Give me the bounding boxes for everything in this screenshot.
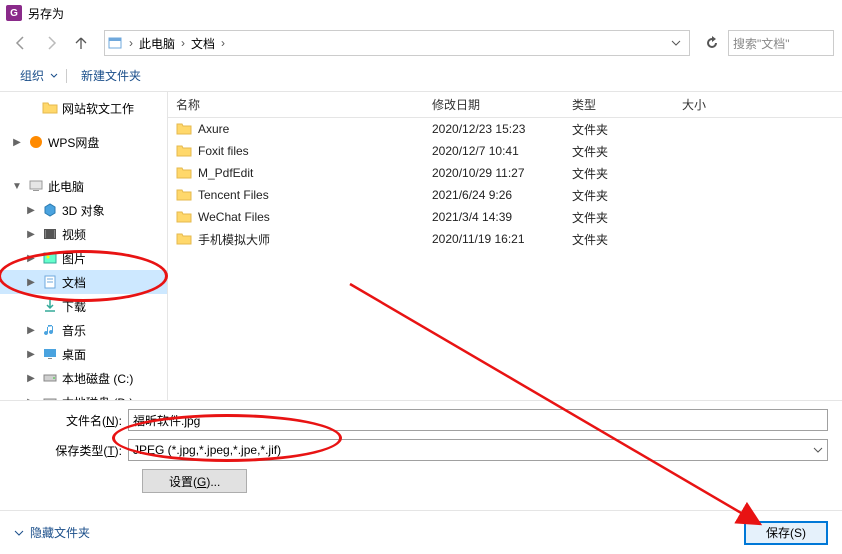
save-button[interactable]: 保存(S) — [744, 521, 828, 545]
pic-icon — [42, 250, 58, 266]
new-folder-button[interactable]: 新建文件夹 — [75, 67, 147, 84]
folder-icon — [176, 187, 192, 203]
search-placeholder: 搜索"文档" — [733, 35, 790, 52]
tree-label: 文档 — [62, 274, 86, 291]
tree-item[interactable]: ▼ 此电脑 — [0, 174, 167, 198]
tree-label: 此电脑 — [48, 178, 84, 195]
music-icon — [42, 322, 58, 338]
desktop-icon — [42, 346, 58, 362]
folder-icon — [176, 143, 192, 159]
list-item[interactable]: Axure2020/12/23 15:23文件夹 — [168, 118, 842, 140]
footer: 隐藏文件夹 保存(S) — [0, 510, 842, 554]
tree-item[interactable]: ▶ 本地磁盘 (D:) — [0, 390, 167, 400]
breadcrumb-icon — [105, 36, 125, 50]
col-type[interactable]: 类型 — [564, 96, 674, 113]
filename-input[interactable] — [128, 409, 828, 431]
tree-twisty[interactable]: ▼ — [10, 181, 24, 192]
app-icon: G — [6, 5, 22, 21]
tree-twisty[interactable]: ▶ — [24, 205, 38, 216]
up-button[interactable] — [68, 30, 94, 56]
toolbar: 组织 新建文件夹 — [0, 60, 842, 92]
bottom-panel: 文件名(N): 保存类型(T): JPEG (*.jpg,*.jpeg,*.jp… — [0, 400, 842, 493]
down-icon — [42, 298, 58, 314]
tree-item[interactable]: ▶ 视频 — [0, 222, 167, 246]
tree-twisty[interactable]: ▶ — [24, 325, 38, 336]
breadcrumb-seg[interactable]: 文档 — [189, 35, 217, 52]
tree-twisty[interactable]: ▶ — [24, 397, 38, 401]
folder-tree[interactable]: 网站软文工作▶WPS网盘▼此电脑▶3D 对象▶视频▶图片▶文档下载▶音乐▶桌面▶… — [0, 92, 168, 400]
tree-twisty[interactable]: ▶ — [24, 373, 38, 384]
pc-icon — [28, 178, 44, 194]
tree-item[interactable]: 网站软文工作 — [0, 96, 167, 120]
tree-twisty[interactable]: ▶ — [24, 253, 38, 264]
chevron-down-icon — [14, 528, 24, 538]
breadcrumb[interactable]: › 此电脑 › 文档 › — [104, 30, 690, 56]
doc-icon — [42, 274, 58, 290]
tree-label: 视频 — [62, 226, 86, 243]
tree-twisty[interactable]: ▶ — [24, 229, 38, 240]
window-title: 另存为 — [28, 5, 64, 22]
refresh-button[interactable] — [700, 31, 724, 55]
chevron-down-icon — [813, 445, 823, 455]
tree-label: 下载 — [62, 298, 86, 315]
chevron-down-icon — [50, 72, 58, 80]
disk-icon — [42, 394, 58, 400]
col-name[interactable]: 名称 — [168, 96, 424, 113]
tree-label: 本地磁盘 (C:) — [62, 370, 133, 387]
tree-label: 图片 — [62, 250, 86, 267]
3d-icon — [42, 202, 58, 218]
tree-label: WPS网盘 — [48, 134, 99, 151]
col-size[interactable]: 大小 — [674, 96, 764, 113]
file-list: 名称 修改日期 类型 大小 Axure2020/12/23 15:23文件夹Fo… — [168, 92, 842, 400]
tree-label: 3D 对象 — [62, 202, 105, 219]
tree-label: 网站软文工作 — [62, 100, 134, 117]
list-item[interactable]: Foxit files2020/12/7 10:41文件夹 — [168, 140, 842, 162]
organize-menu[interactable]: 组织 — [14, 67, 50, 84]
tree-item[interactable]: ▶ 桌面 — [0, 342, 167, 366]
breadcrumb-root[interactable]: 此电脑 — [137, 35, 177, 52]
folder-icon — [176, 121, 192, 137]
savetype-select[interactable]: JPEG (*.jpg,*.jpeg,*.jpe,*.jif) — [128, 439, 828, 461]
folder-icon — [42, 100, 58, 116]
tree-label: 桌面 — [62, 346, 86, 363]
disk-icon — [42, 370, 58, 386]
tree-item[interactable]: ▶ 本地磁盘 (C:) — [0, 366, 167, 390]
savetype-label: 保存类型(T): — [14, 442, 128, 459]
tree-twisty[interactable]: ▶ — [24, 277, 38, 288]
tree-label: 本地磁盘 (D:) — [62, 394, 133, 401]
list-item[interactable]: WeChat Files2021/3/4 14:39文件夹 — [168, 206, 842, 228]
breadcrumb-dropdown[interactable] — [665, 31, 687, 55]
tree-item[interactable]: ▶ 文档 — [0, 270, 167, 294]
tree-item[interactable]: ▶ 3D 对象 — [0, 198, 167, 222]
list-header[interactable]: 名称 修改日期 类型 大小 — [168, 92, 842, 118]
folder-icon — [176, 209, 192, 225]
tree-item[interactable]: ▶ WPS网盘 — [0, 130, 167, 154]
wps-icon — [28, 134, 44, 150]
breadcrumb-sep: › — [125, 36, 137, 50]
folder-icon — [176, 231, 192, 247]
nav-row: › 此电脑 › 文档 › 搜索"文档" — [0, 26, 842, 60]
list-item[interactable]: Tencent Files2021/6/24 9:26文件夹 — [168, 184, 842, 206]
folder-icon — [176, 165, 192, 181]
search-input[interactable]: 搜索"文档" — [728, 30, 834, 56]
video-icon — [42, 226, 58, 242]
tree-label: 音乐 — [62, 322, 86, 339]
tree-twisty[interactable]: ▶ — [24, 349, 38, 360]
tree-item[interactable]: ▶ 图片 — [0, 246, 167, 270]
list-item[interactable]: 手机模拟大师2020/11/19 16:21文件夹 — [168, 228, 842, 250]
tree-item[interactable]: ▶ 音乐 — [0, 318, 167, 342]
forward-button[interactable] — [38, 30, 64, 56]
settings-button[interactable]: 设置(G)... — [142, 469, 247, 493]
hide-folders-toggle[interactable]: 隐藏文件夹 — [14, 524, 90, 541]
back-button[interactable] — [8, 30, 34, 56]
tree-item[interactable]: 下载 — [0, 294, 167, 318]
tree-twisty[interactable]: ▶ — [10, 137, 24, 148]
titlebar: G 另存为 — [0, 0, 842, 26]
filename-label: 文件名(N): — [14, 412, 128, 429]
col-date[interactable]: 修改日期 — [424, 96, 564, 113]
list-item[interactable]: M_PdfEdit2020/10/29 11:27文件夹 — [168, 162, 842, 184]
